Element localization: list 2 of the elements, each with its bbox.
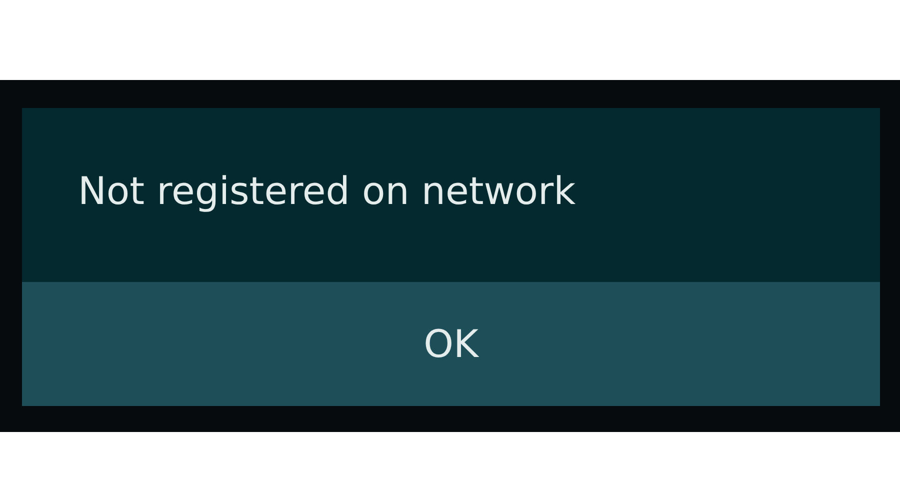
ok-button[interactable]: OK [22, 282, 880, 406]
dialog-message: Not registered on network [78, 169, 576, 213]
